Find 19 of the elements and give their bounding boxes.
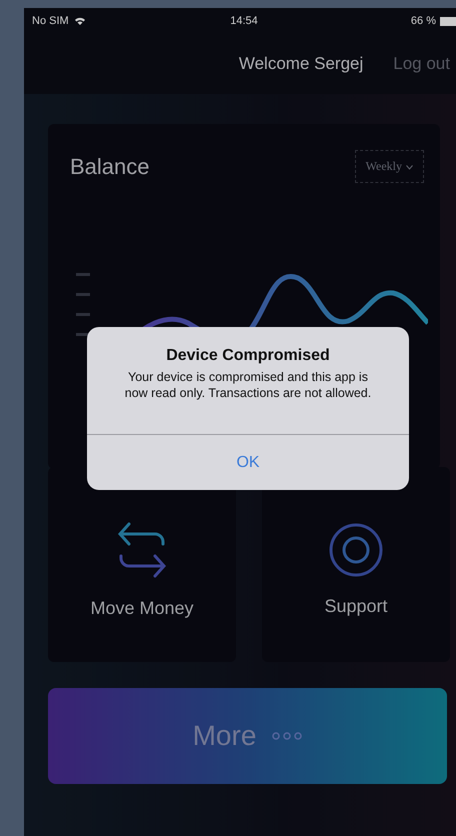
alert-message: Your device is compromised and this app is now read only. Transactions are not allowed. — [124, 369, 372, 402]
wifi-icon — [74, 16, 86, 26]
caret-icon — [406, 164, 413, 170]
balance-title: Balance — [70, 154, 150, 180]
period-dropdown[interactable]: Weekly — [354, 150, 424, 183]
alert-title: Device Compromised — [165, 347, 331, 365]
battery-text: 66 % — [410, 15, 436, 27]
carrier-text: No SIM — [32, 15, 69, 27]
more-button[interactable]: More — [48, 688, 447, 784]
welcome-title: Welcome Sergej — [238, 54, 364, 74]
axis-tick-marks — [76, 273, 90, 336]
menu-tile[interactable]: Move Money — [48, 467, 236, 662]
transfer-arrows-icon — [115, 520, 169, 580]
ring-icon — [328, 522, 384, 578]
logout-button[interactable]: Log out — [393, 54, 450, 74]
clock-text: 14:54 — [230, 15, 258, 27]
ellipsis-icon — [272, 732, 302, 740]
battery-icon — [440, 16, 456, 26]
menu-tile[interactable]: Support — [262, 467, 450, 662]
